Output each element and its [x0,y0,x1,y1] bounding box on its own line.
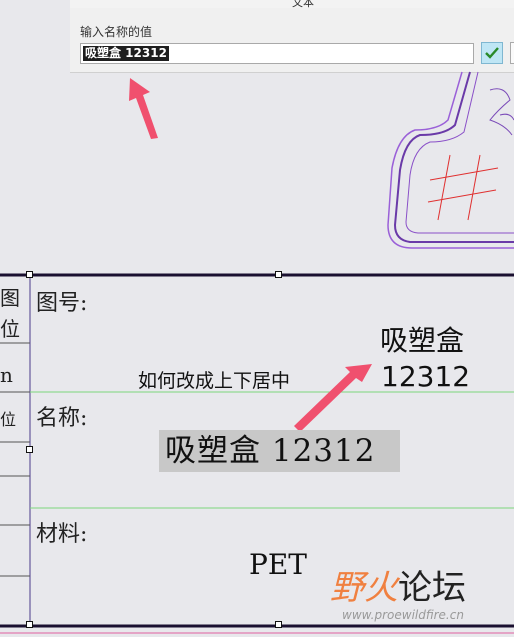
watermark-forum: 论坛 [398,568,466,608]
name-label: 名称: [36,406,88,431]
cell-text: n [0,363,13,387]
drawing-number-label: 图号: [36,291,88,316]
watermark-brand: 野火 [330,568,398,608]
selection-handle[interactable] [26,446,33,453]
cell-text: 图 [0,286,20,310]
part-outline [387,71,514,249]
selection-handle[interactable] [275,621,282,628]
selection-handle[interactable] [26,271,33,278]
target-example-line2: 12312 [381,360,471,393]
selection-handle[interactable] [26,621,33,628]
selection-handle[interactable] [275,271,282,278]
cell-text: 位 [0,410,17,429]
cell-text: 位 [0,317,20,341]
forum-watermark: 野火论坛 www.proewildfire.cn [330,560,466,622]
question-hint: 如何改成上下居中 [138,370,291,392]
material-value: PET [249,548,307,581]
watermark-url: www.proewildfire.cn [342,608,464,622]
target-example-line1: 吸塑盒 [380,324,465,357]
material-label: 材料: [36,522,88,547]
name-note-text[interactable]: 吸塑盒 12312 [159,430,400,472]
